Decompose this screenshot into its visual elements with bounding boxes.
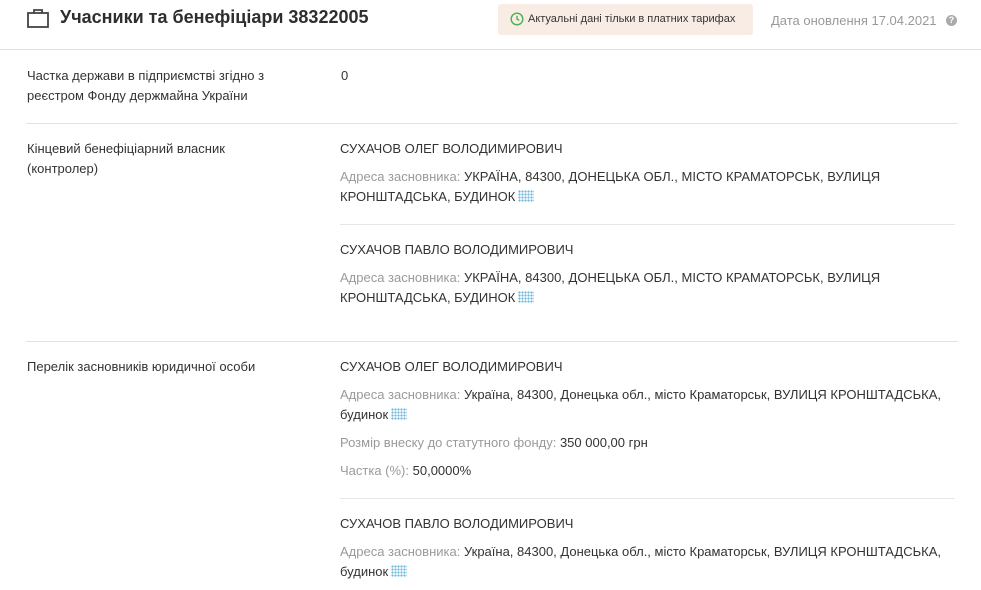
address-label: Адреса засновника: [340,544,461,559]
divider [26,341,958,342]
hidden-data-icon[interactable] [518,190,535,202]
address-label: Адреса засновника: [340,270,461,285]
founder-address: Адреса засновника: Україна, 84300, Донец… [340,542,955,582]
founder-address: Адреса засновника: Україна, 84300, Донец… [340,385,955,425]
beneficiary-item: СУХАЧОВ ПАВЛО ВОЛОДИМИРОВИЧ Адреса засно… [340,240,955,316]
beneficiary-name: СУХАЧОВ ОЛЕГ ВОЛОДИМИРОВИЧ [340,141,563,156]
founder-name: СУХАЧОВ ОЛЕГ ВОЛОДИМИРОВИЧ [340,359,563,374]
founder-item: СУХАЧОВ ОЛЕГ ВОЛОДИМИРОВИЧ Адреса заснов… [340,357,955,489]
help-icon[interactable]: ? [946,15,957,26]
share-label: Частка (%): [340,463,409,478]
beneficiaries-label: Кінцевий бенефіціарний власник (контроле… [27,141,225,176]
address-label: Адреса засновника: [340,169,461,184]
capital-label: Розмір внеску до статутного фонду: [340,435,557,450]
update-date: Дата оновлення 17.04.2021 [771,13,937,28]
founders-label: Перелік засновників юридичної особи [27,359,256,374]
founder-capital: Розмір внеску до статутного фонду: 350 0… [340,433,955,453]
founder-item: СУХАЧОВ ПАВЛО ВОЛОДИМИРОВИЧ Адреса засно… [340,514,955,590]
founder-name: СУХАЧОВ ПАВЛО ВОЛОДИМИРОВИЧ [340,516,574,531]
divider [340,498,955,499]
notice-text: Актуальні дані тільки в платних тарифах [528,13,736,25]
beneficiary-item: СУХАЧОВ ОЛЕГ ВОЛОДИМИРОВИЧ Адреса заснов… [340,139,955,215]
founder-share: Частка (%): 50,0000% [340,461,955,481]
beneficiary-name: СУХАЧОВ ПАВЛО ВОЛОДИМИРОВИЧ [340,242,574,257]
beneficiary-address: Адреса засновника: УКРАЇНА, 84300, ДОНЕЦ… [340,268,955,308]
hidden-data-icon[interactable] [391,565,408,577]
hidden-data-icon[interactable] [391,408,408,420]
state-share-label: Частка держави в підприємстві згідно з р… [27,68,265,103]
section-title: Учасники та бенефіціари 38322005 [60,7,369,27]
share-value: 50,0000% [412,463,472,478]
briefcase-icon [27,9,49,28]
divider [340,224,955,225]
clock-icon [510,12,524,26]
divider [26,123,958,124]
hidden-data-icon[interactable] [518,291,535,303]
section-header: Учасники та бенефіціари 38322005 Актуаль… [0,0,981,50]
beneficiary-address: Адреса засновника: УКРАЇНА, 84300, ДОНЕЦ… [340,167,955,207]
paid-data-notice[interactable]: Актуальні дані тільки в платних тарифах [498,4,753,35]
state-share-value: 0 [341,68,349,83]
address-label: Адреса засновника: [340,387,461,402]
capital-value: 350 000,00 грн [559,435,648,450]
